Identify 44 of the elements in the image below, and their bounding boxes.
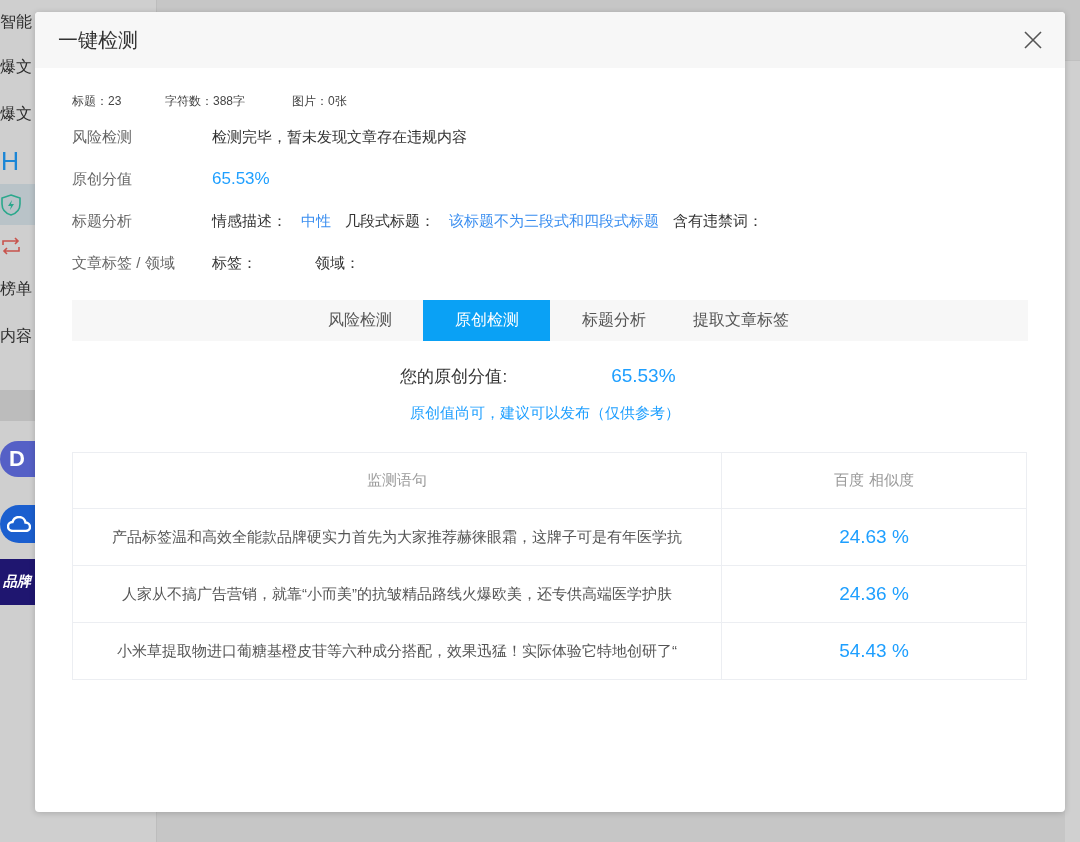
similarity-cell: 54.43 %: [721, 622, 1027, 680]
stat-text: 图片：0张: [292, 92, 347, 110]
close-icon: [1024, 31, 1042, 49]
similarity-cell: 24.36 %: [721, 565, 1027, 623]
dialog-title: 一键检测: [58, 27, 138, 53]
score-value: 65.53%: [611, 365, 676, 387]
promo-banner[interactable]: D: [0, 441, 35, 477]
table-cell: 人家从不搞广告营销，就靠“小而美”的抗皱精品路线火爆欧美，还专供高端医学护肤: [72, 565, 722, 623]
row-label: 文章标签 / 领域: [72, 253, 176, 273]
field-value: 中性: [301, 211, 331, 231]
advice-text: 原创值尚可，建议可以发布（仅供参考）: [410, 404, 680, 423]
row-value: 检测完毕，暂未发现文章存在违规内容: [212, 127, 467, 147]
field-label: 含有违禁词：: [673, 211, 763, 231]
tab[interactable]: 标题分析: [550, 300, 677, 341]
promo-banner[interactable]: [0, 505, 35, 543]
score-value: 65.53%: [212, 169, 270, 189]
sidebar-item[interactable]: 爆文: [0, 91, 35, 138]
sidebar-item[interactable]: 智能: [0, 0, 35, 44]
tab[interactable]: 提取文章标签: [677, 300, 804, 341]
table-cell: 产品标签温和高效全能款品牌硬实力首先为大家推荐赫徕眼霜，这牌子可是有年医学抗: [72, 508, 722, 566]
field-label: 几段式标题：: [345, 211, 435, 231]
column-header: 监测语句: [72, 452, 722, 509]
cloud-icon: [7, 516, 31, 532]
tab[interactable]: 风险检测: [296, 300, 423, 341]
stat-text: 标题：23: [72, 92, 123, 110]
sidebar-item[interactable]: 榜单: [0, 266, 35, 313]
repeat-icon: [1, 235, 21, 256]
field-label: 领域：: [315, 253, 360, 273]
score-label: 您的原创分值:: [400, 365, 508, 388]
close-button[interactable]: [1023, 30, 1043, 50]
row-label: 标题分析: [72, 211, 133, 231]
row-label: 风险检测: [72, 127, 133, 147]
column-header: 百度 相似度: [721, 452, 1027, 509]
field-label: 标签：: [212, 253, 257, 273]
similarity-cell: 24.63 %: [721, 508, 1027, 566]
sidebar-item[interactable]: 内容: [0, 313, 35, 360]
table-cell: 小米草提取物进口葡糖基橙皮苷等六种成分搭配，效果迅猛！实际体验它特地创研了“: [72, 622, 722, 680]
shield-icon: [1, 193, 21, 216]
promo-banner[interactable]: 品牌: [0, 559, 35, 605]
sidebar-item[interactable]: 爆文: [0, 44, 35, 91]
stat-text: 字符数：388字: [165, 92, 247, 110]
row-label: 原创分值: [72, 169, 133, 189]
field-value: 该标题不为三段式和四段式标题: [449, 211, 659, 231]
field-label: 情感描述：: [212, 211, 287, 231]
